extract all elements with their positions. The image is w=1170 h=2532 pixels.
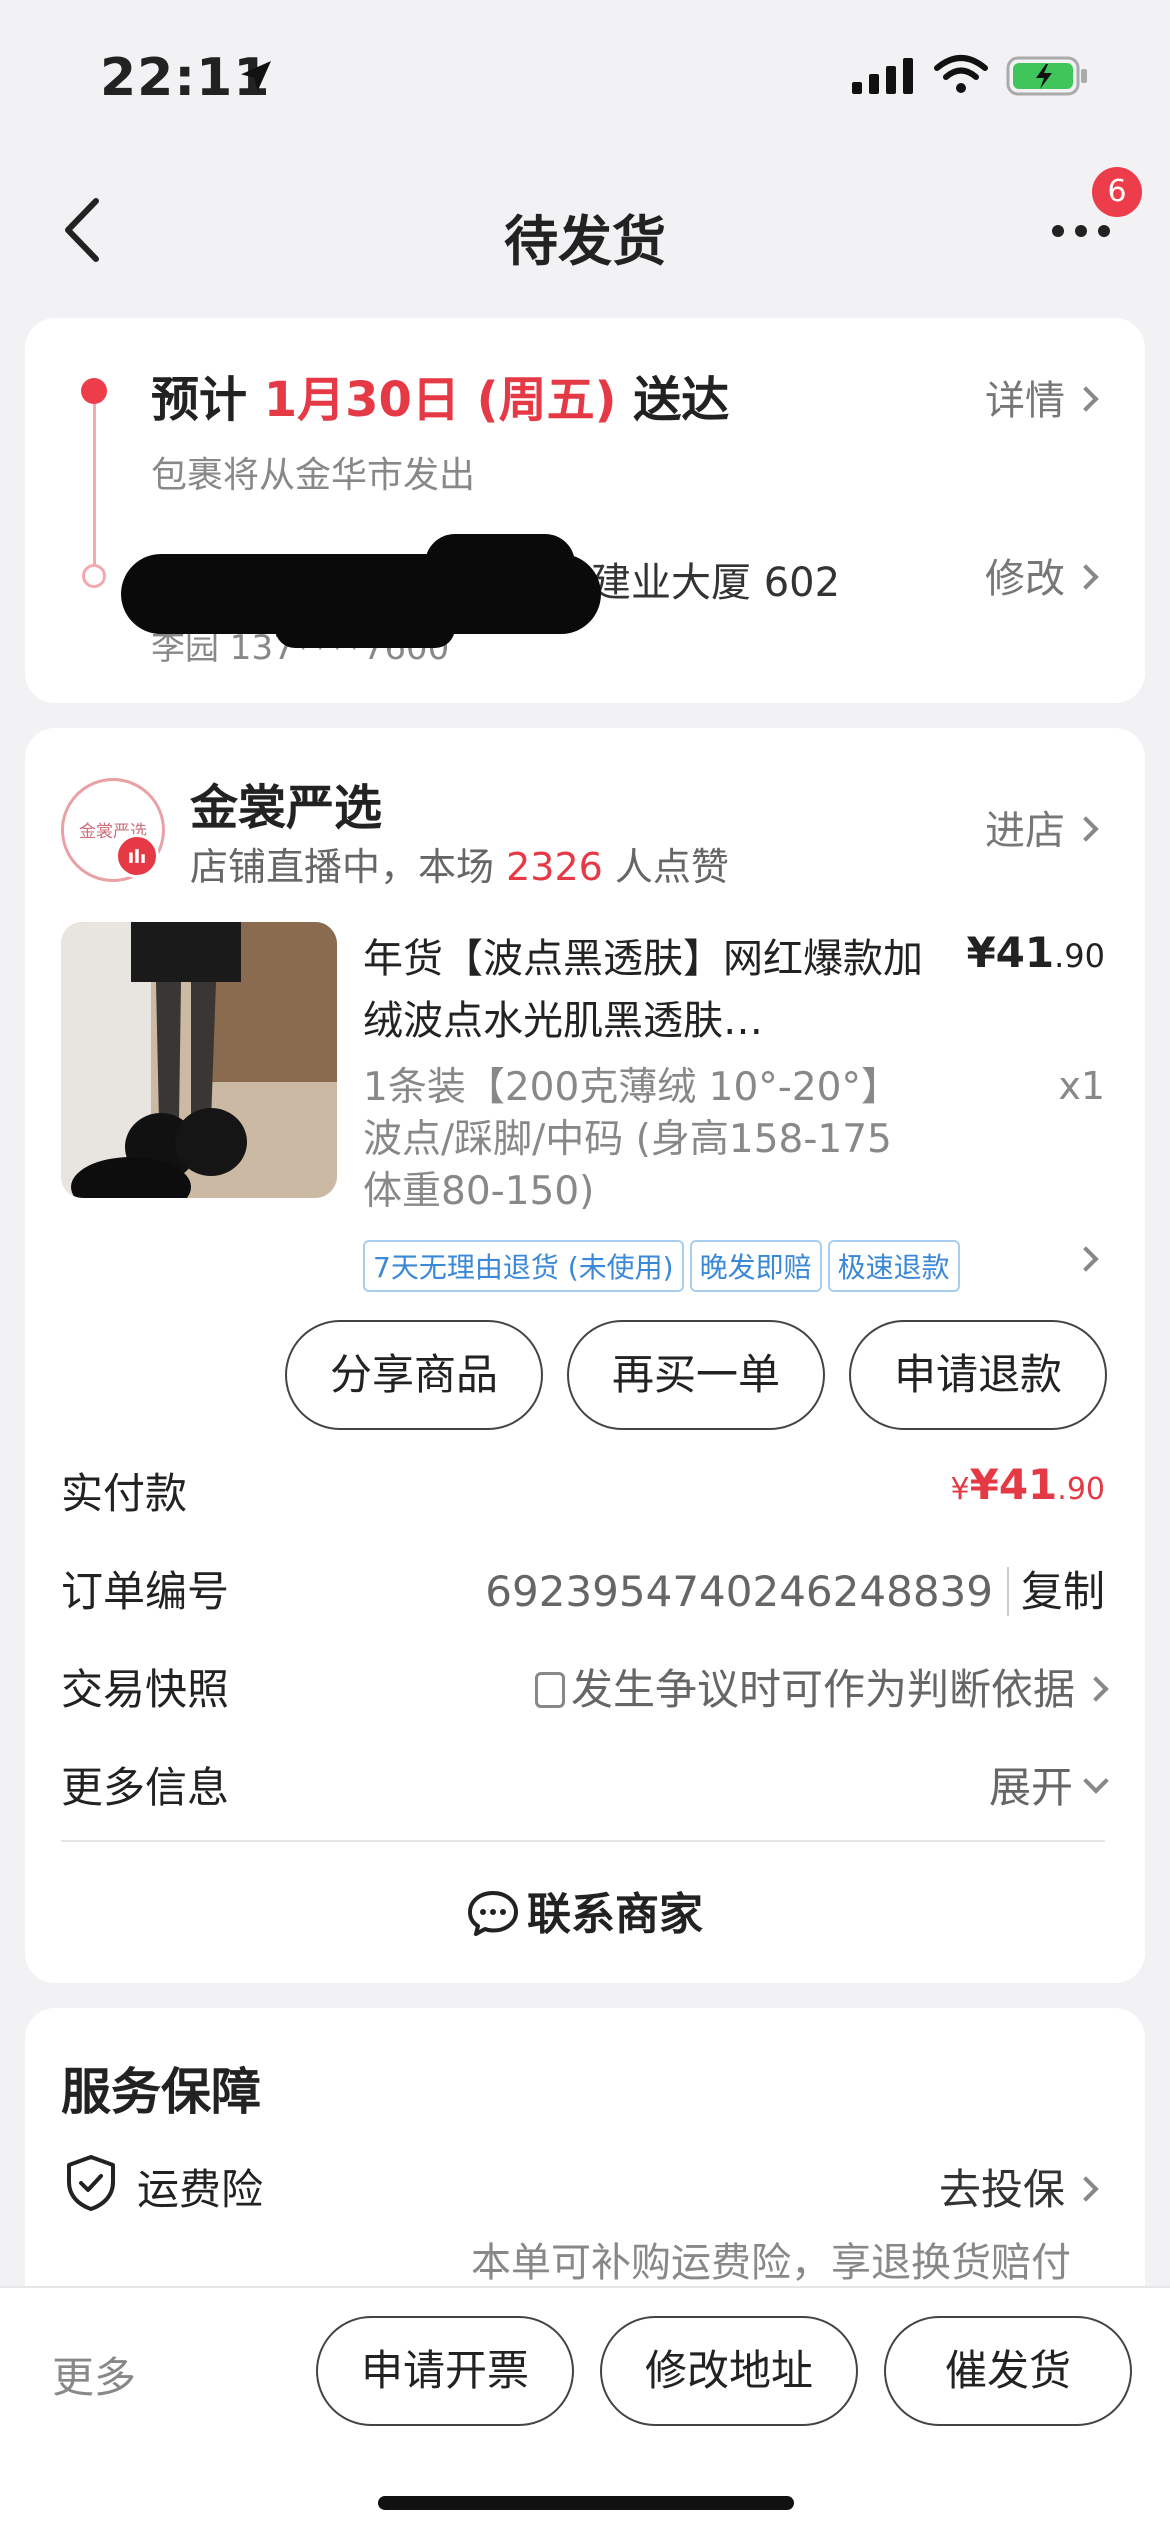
snapshot-label: 交易快照 — [61, 1665, 230, 1714]
like-count: 2326 — [506, 845, 603, 889]
change-address-button[interactable]: 修改地址 — [600, 2316, 858, 2426]
delivery-detail-link[interactable]: 详情 — [985, 368, 1099, 426]
order-card: 金裳严选 金裳严选 店铺直播中，本场 2326 人点赞 进店 年货【波点黑透肤】… — [25, 728, 1145, 1983]
status-bar: 22:11 — [0, 0, 1170, 150]
live-suffix: 人点赞 — [614, 845, 729, 889]
wifi-icon — [934, 55, 988, 93]
document-icon — [534, 1671, 565, 1708]
chevron-right-icon — [1083, 1675, 1109, 1702]
divider — [61, 1840, 1105, 1842]
home-indicator — [378, 2496, 794, 2510]
order-no-value: 6923954740246248839 — [485, 1567, 993, 1616]
expand-toggle[interactable]: 展开 — [988, 1754, 1109, 1815]
redaction-mark — [425, 534, 575, 594]
chevron-right-icon[interactable] — [1073, 1246, 1099, 1272]
redaction-mark — [275, 608, 455, 648]
enter-shop-label: 进店 — [985, 808, 1065, 854]
delivery-card: 预计 1月30日 (周五) 送达 包裹将从金华市发出 详情 江西省吉安市吉州区城… — [25, 318, 1145, 703]
shop-name[interactable]: 金裳严选 — [190, 768, 382, 838]
order-no-label: 订单编号 — [61, 1567, 230, 1616]
product-title[interactable]: 年货【波点黑透肤】网红爆款加绒波点水光肌黑透肤… — [363, 928, 923, 1052]
eta-prefix: 预计 — [151, 372, 248, 428]
edit-address-link[interactable]: 修改 — [985, 546, 1099, 604]
bottom-action-bar: 更多 申请开票 修改地址 催发货 — [0, 2286, 1170, 2532]
product-photo — [61, 922, 337, 1198]
timeline-dot-current — [81, 378, 107, 404]
buy-insurance-label: 去投保 — [938, 2165, 1065, 2214]
notification-badge: 6 — [1092, 167, 1142, 217]
tag-fast-refund: 极速退款 — [827, 1240, 960, 1292]
buy-insurance-link[interactable]: 去投保 — [938, 2156, 1099, 2217]
estimated-delivery: 预计 1月30日 (周五) 送达 — [151, 360, 729, 430]
urge-shipment-button[interactable]: 催发货 — [884, 2316, 1132, 2426]
more-info-row[interactable]: 更多信息 展开 — [61, 1748, 1109, 1818]
share-product-button[interactable]: 分享商品 — [285, 1320, 543, 1430]
snapshot-text: 发生争议时可作为判断依据 — [570, 1665, 1075, 1714]
apply-invoice-button[interactable]: 申请开票 — [316, 2316, 574, 2426]
paid-amount: ¥¥41.90 — [950, 1460, 1105, 1509]
snapshot-value: 发生争议时可作为判断依据 — [534, 1656, 1109, 1717]
tag-return-7day: 7天无理由退货 (未使用) — [363, 1240, 684, 1292]
timeline-dot-destination — [82, 564, 106, 588]
shop-live-status: 店铺直播中，本场 2326 人点赞 — [190, 836, 729, 891]
edit-label: 修改 — [985, 556, 1065, 602]
product-quantity: x1 — [1058, 1064, 1105, 1108]
freight-insurance-label: 运费险 — [137, 2165, 264, 2214]
cellular-signal-icon — [852, 58, 913, 94]
detail-label: 详情 — [985, 378, 1065, 424]
ship-from-text: 包裹将从金华市发出 — [151, 455, 476, 496]
eta-date: 1月30日 (周五) — [263, 372, 617, 428]
page-title: 待发货 — [504, 210, 666, 273]
price-main: ¥41 — [966, 928, 1055, 977]
product-image[interactable] — [61, 922, 337, 1198]
product-sku: 1条装【200克薄绒 10°-20°】波点/踩脚/中码 (身高158-175 体… — [363, 1065, 900, 1214]
rebuy-button[interactable]: 再买一单 — [567, 1320, 825, 1430]
product-price: ¥41.90 — [966, 928, 1105, 977]
insurance-description: 本单可补购运费险，享退换货赔付 — [471, 2240, 1071, 2286]
enter-shop-link[interactable]: 进店 — [985, 798, 1099, 856]
more-button[interactable]: 更多 — [52, 2344, 136, 2405]
battery-charging-icon — [1006, 56, 1087, 96]
price-decimal: .90 — [1054, 937, 1105, 975]
contact-label: 联系商家 — [527, 1889, 703, 1940]
location-arrow-icon — [241, 61, 271, 91]
order-number: 6923954740246248839 复制 — [485, 1558, 1105, 1619]
more-options-icon[interactable] — [1046, 209, 1116, 253]
paid-label: 实付款 — [61, 1469, 188, 1518]
contact-seller-button[interactable]: 联系商家 — [25, 1878, 1145, 1942]
more-info-label: 更多信息 — [61, 1763, 230, 1812]
paid-decimal: .90 — [1057, 1472, 1105, 1507]
chat-bubble-icon — [468, 1891, 518, 1936]
live-prefix: 店铺直播中，本场 — [190, 845, 495, 889]
eta-suffix: 送达 — [633, 372, 730, 428]
tag-late-compensation: 晚发即赔 — [689, 1240, 822, 1292]
service-title: 服务保障 — [61, 2063, 261, 2121]
service-card: 服务保障 运费险 去投保 本单可补购运费险，享退换货赔付 — [25, 2008, 1145, 2328]
paid-main: ¥41 — [969, 1460, 1058, 1509]
shield-check-icon — [67, 2155, 115, 2211]
order-number-row: 订单编号 6923954740246248839 复制 — [61, 1552, 1105, 1622]
timeline-line — [93, 396, 96, 568]
chevron-right-icon — [1073, 2175, 1099, 2202]
service-tags[interactable]: 7天无理由退货 (未使用) 晚发即赔 极速退款 — [363, 1240, 966, 1292]
expand-label: 展开 — [988, 1763, 1073, 1812]
snapshot-row[interactable]: 交易快照 发生争议时可作为判断依据 — [61, 1650, 1109, 1720]
chevron-right-icon — [1073, 816, 1099, 842]
chevron-down-icon — [1083, 1768, 1109, 1794]
live-stream-icon — [115, 834, 159, 878]
nav-bar: 待发货 6 — [0, 165, 1170, 295]
chevron-right-icon — [1073, 564, 1099, 590]
paid-amount-row: 实付款 ¥¥41.90 — [61, 1454, 1105, 1524]
chevron-right-icon — [1073, 386, 1099, 412]
apply-refund-button[interactable]: 申请退款 — [849, 1320, 1107, 1430]
copy-button[interactable]: 复制 — [1006, 1567, 1105, 1616]
